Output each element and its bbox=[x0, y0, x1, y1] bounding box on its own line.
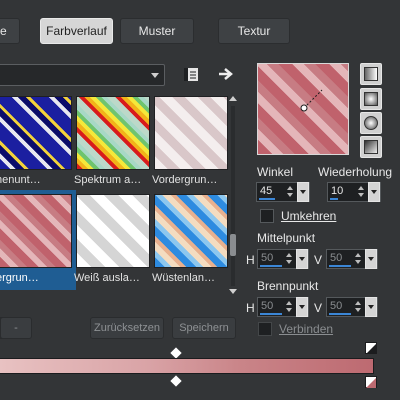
chevron-down-icon[interactable] bbox=[365, 249, 377, 269]
verbinden-checkbox[interactable] bbox=[258, 322, 272, 336]
linear-style-button[interactable] bbox=[360, 63, 382, 85]
radial-style-button[interactable] bbox=[360, 112, 382, 134]
mittel-h-value: 50 bbox=[261, 252, 274, 264]
wiederholung-level-bar bbox=[330, 198, 338, 200]
scroll-up-icon[interactable] bbox=[229, 96, 237, 101]
preset-label: Wüstenlan… bbox=[152, 272, 215, 284]
winkel-level-bar bbox=[259, 198, 275, 200]
mittel-v-value: 50 bbox=[330, 252, 343, 264]
preset-item[interactable]: henunt… bbox=[0, 92, 76, 192]
midpoint-marker-top[interactable] bbox=[170, 347, 182, 359]
brenn-v-spinner[interactable]: 50 bbox=[326, 297, 378, 317]
scroll-track[interactable] bbox=[231, 106, 235, 286]
direction-handle-icon bbox=[300, 89, 323, 112]
gradient-preview[interactable] bbox=[257, 63, 349, 155]
brenn-v-label: V bbox=[314, 301, 323, 315]
tab-bar: be Farbverlauf Muster Textur bbox=[0, 18, 400, 46]
mittelpunkt-label: Mittelpunkt bbox=[257, 231, 316, 245]
chevron-down-icon[interactable] bbox=[368, 182, 380, 202]
umkehren-checkbox[interactable] bbox=[260, 209, 274, 223]
mittel-h-spinner[interactable]: 50 bbox=[257, 249, 309, 269]
brenn-h-spinner[interactable]: 50 bbox=[257, 297, 309, 317]
verbinden-label: Verbinden bbox=[279, 322, 334, 336]
preset-swatch bbox=[0, 96, 72, 170]
midpoint-marker-bottom[interactable] bbox=[170, 375, 182, 387]
mittel-h-label: H bbox=[246, 253, 255, 267]
brenn-h-level-bar bbox=[260, 313, 282, 315]
preset-label: Vordergrun… bbox=[152, 174, 218, 186]
wiederholung-spinner[interactable]: 10 bbox=[327, 182, 381, 202]
preset-swatch bbox=[76, 96, 150, 170]
preset-swatch bbox=[154, 96, 228, 170]
brennpunkt-label: Brennpunkt bbox=[257, 279, 319, 293]
preset-swatch bbox=[76, 194, 150, 268]
preset-item[interactable]: Spektrum a… bbox=[72, 92, 154, 192]
tab-muster[interactable]: Muster bbox=[120, 18, 194, 44]
spinner-arrows-icon[interactable] bbox=[355, 301, 363, 313]
save-button[interactable]: Speichern bbox=[172, 317, 236, 339]
tab-textur[interactable]: Textur bbox=[218, 18, 290, 44]
list-icon[interactable] bbox=[181, 65, 201, 85]
brenn-h-value: 50 bbox=[261, 300, 274, 312]
scroll-thumb[interactable] bbox=[230, 234, 236, 256]
wiederholung-label: Wiederholung bbox=[318, 165, 393, 179]
preset-swatch bbox=[154, 194, 228, 268]
delete-button[interactable]: - bbox=[0, 317, 32, 339]
chevron-down-icon[interactable] bbox=[297, 182, 309, 202]
preset-label: Weiß auslа… bbox=[74, 272, 140, 284]
preset-label: Spektrum a… bbox=[74, 174, 142, 186]
chevron-down-icon[interactable] bbox=[296, 249, 308, 269]
chevron-down-icon bbox=[151, 73, 159, 78]
preset-label: henunt… bbox=[0, 174, 41, 186]
sunburst-style-button[interactable] bbox=[360, 136, 382, 158]
brenn-v-level-bar bbox=[329, 313, 351, 315]
color-stop-icon[interactable] bbox=[365, 376, 377, 388]
wiederholung-value: 10 bbox=[331, 185, 344, 197]
spinner-arrows-icon[interactable] bbox=[286, 301, 294, 313]
tab-farbverlauf[interactable]: Farbverlauf bbox=[40, 18, 113, 44]
reset-button[interactable]: Zurücksetzen bbox=[90, 317, 164, 339]
chevron-down-icon[interactable] bbox=[365, 297, 377, 317]
preset-scrollbar[interactable] bbox=[228, 96, 238, 296]
scroll-down-icon[interactable] bbox=[229, 289, 237, 294]
preset-item-selected[interactable]: ergrun… bbox=[0, 190, 76, 290]
mittel-v-label: V bbox=[314, 253, 323, 267]
gradient-preset-grid: henunt… Spektrum a… Vordergrun… ergrun… … bbox=[0, 92, 228, 290]
winkel-value: 45 bbox=[260, 185, 273, 197]
brenn-v-value: 50 bbox=[330, 300, 343, 312]
preset-item[interactable]: Weiß auslа… bbox=[72, 190, 154, 290]
mittel-v-spinner[interactable]: 50 bbox=[326, 249, 378, 269]
spinner-arrows-icon[interactable] bbox=[355, 253, 363, 265]
preset-label: ergrun… bbox=[0, 272, 39, 284]
mittel-h-level-bar bbox=[260, 265, 282, 267]
mittel-v-level-bar bbox=[329, 265, 351, 267]
opacity-stop-icon[interactable] bbox=[365, 342, 377, 354]
winkel-label: Winkel bbox=[257, 165, 294, 179]
spinner-arrows-icon[interactable] bbox=[286, 253, 294, 265]
spinner-arrows-icon[interactable] bbox=[287, 186, 295, 198]
tab-farbe[interactable]: be bbox=[0, 18, 20, 44]
chevron-down-icon[interactable] bbox=[296, 297, 308, 317]
preset-category-dropdown[interactable] bbox=[0, 64, 165, 86]
preset-item[interactable]: Vordergrun… bbox=[150, 92, 232, 192]
preset-swatch bbox=[0, 194, 72, 268]
winkel-spinner[interactable]: 45 bbox=[256, 182, 310, 202]
gradient-editor-bar[interactable] bbox=[0, 358, 374, 374]
preset-item[interactable]: Wüstenlan… bbox=[150, 190, 232, 290]
brenn-h-label: H bbox=[246, 301, 255, 315]
rectangular-style-button[interactable] bbox=[360, 88, 382, 110]
umkehren-label: Umkehren bbox=[281, 209, 337, 223]
spinner-arrows-icon[interactable] bbox=[358, 186, 366, 198]
arrow-right-icon[interactable] bbox=[216, 64, 236, 84]
